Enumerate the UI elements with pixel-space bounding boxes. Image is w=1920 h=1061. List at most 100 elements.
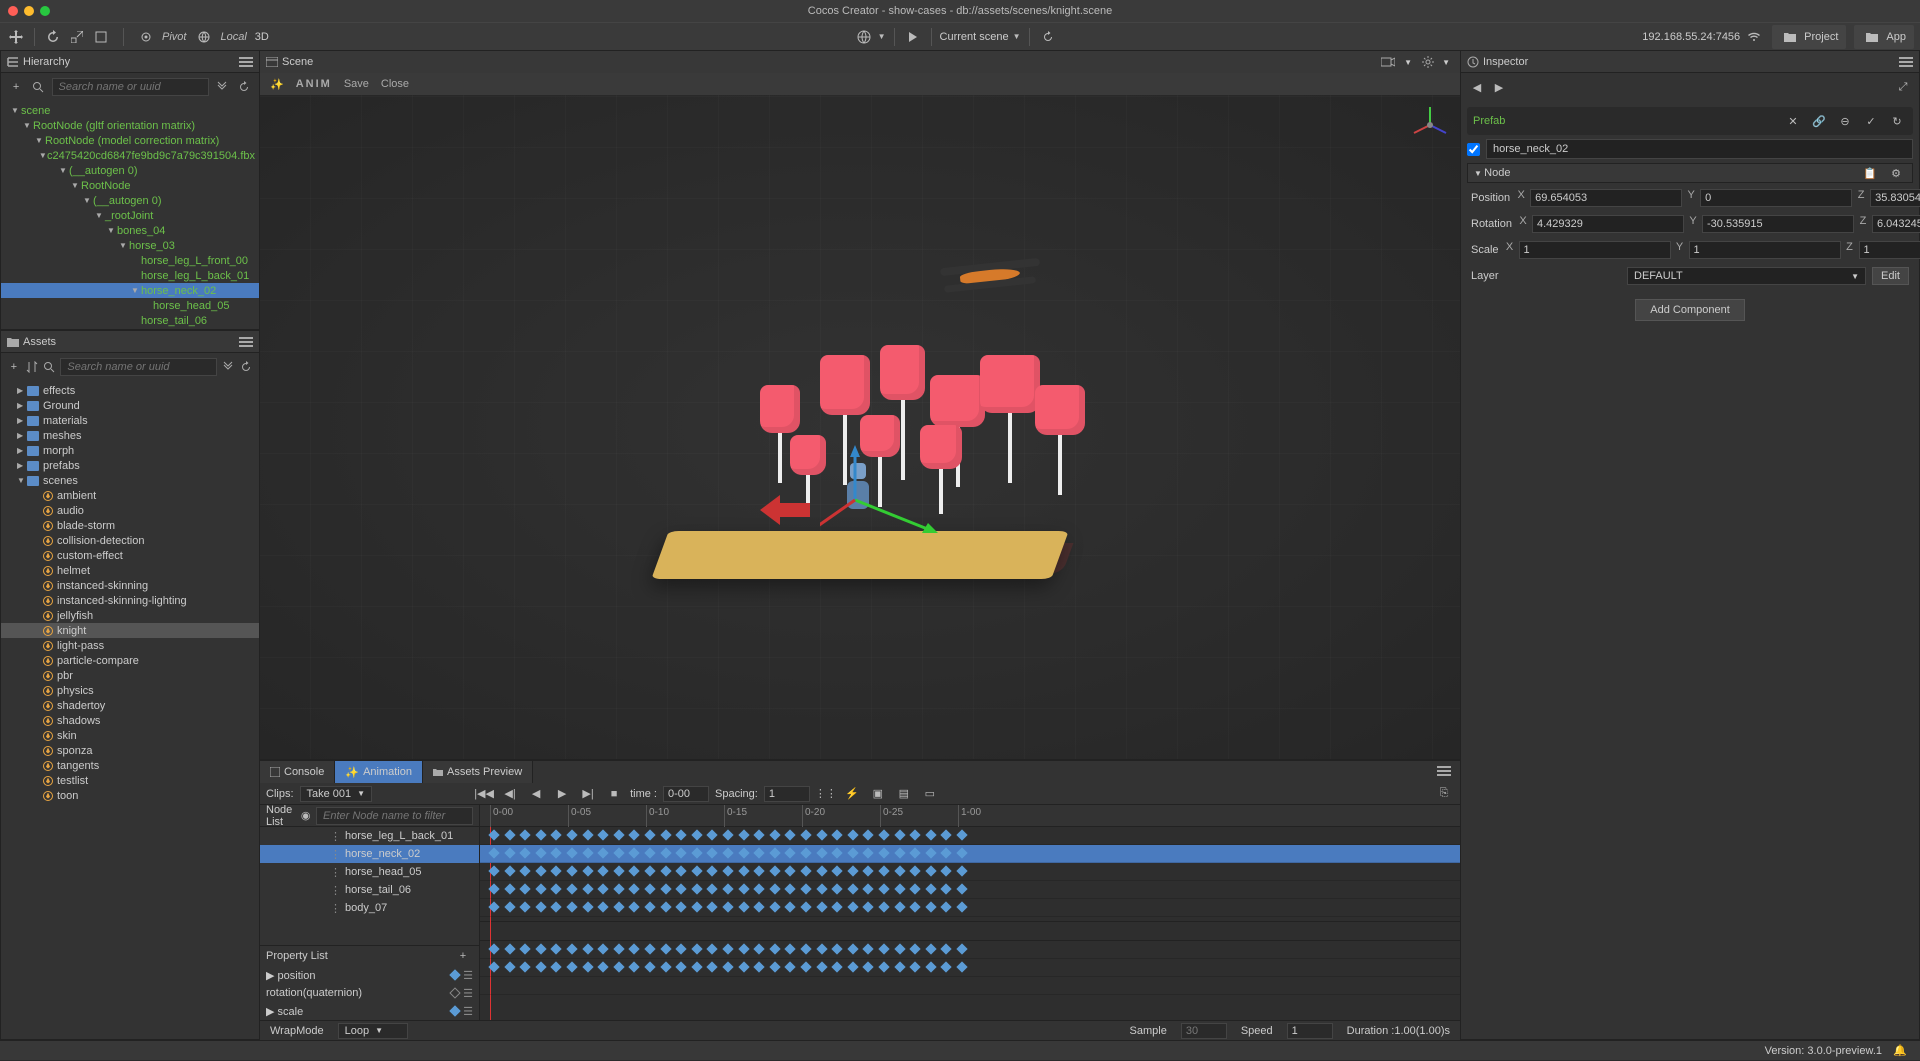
asset-item[interactable]: instanced-skinning-lighting <box>1 593 259 608</box>
hierarchy-node[interactable]: body_07 <box>1 328 259 329</box>
hierarchy-node[interactable]: ▼RootNode (gltf orientation matrix) <box>1 118 259 133</box>
hierarchy-node[interactable]: ▼_rootJoint <box>1 208 259 223</box>
app-button[interactable]: App <box>1854 25 1914 49</box>
add-component-button[interactable]: Add Component <box>1635 299 1745 321</box>
pivot-icon[interactable] <box>136 27 156 47</box>
asset-item[interactable]: ▶prefabs <box>1 458 259 473</box>
property-track[interactable] <box>480 941 1460 959</box>
zoom-icon[interactable]: ⚡ <box>842 784 862 804</box>
position-y-input[interactable] <box>1700 189 1852 207</box>
reset-prefab-icon[interactable]: ⊖ <box>1835 111 1855 131</box>
add-asset-icon[interactable]: + <box>7 357 21 377</box>
asset-item[interactable]: instanced-skinning <box>1 578 259 593</box>
asset-item[interactable]: physics <box>1 683 259 698</box>
exit-icon[interactable]: ⎘ <box>1434 784 1454 804</box>
revert-prefab-icon[interactable]: ↻ <box>1887 111 1907 131</box>
asset-item[interactable]: testlist <box>1 773 259 788</box>
prev-key-icon[interactable]: ◀ <box>526 784 546 804</box>
keyframe-track[interactable] <box>480 881 1460 899</box>
rect-tool-icon[interactable] <box>91 27 111 47</box>
hierarchy-node[interactable]: horse_head_05 <box>1 298 259 313</box>
refresh-icon[interactable] <box>1038 27 1058 47</box>
refresh-icon[interactable] <box>239 357 253 377</box>
orientation-gizmo[interactable] <box>1410 105 1450 145</box>
timeline-ruler[interactable]: 0-000-050-100-150-200-251-00 <box>480 805 1460 827</box>
keyframe-track[interactable] <box>480 899 1460 917</box>
node-name-input[interactable] <box>1486 139 1913 159</box>
timeline-node[interactable]: ⋮horse_leg_L_back_01 <box>260 827 479 845</box>
layer-dropdown[interactable]: DEFAULT▼ <box>1627 267 1866 285</box>
status-notify-icon[interactable]: 🔔 <box>1890 1041 1910 1061</box>
asset-item[interactable]: particle-compare <box>1 653 259 668</box>
minimize-window[interactable] <box>24 6 34 16</box>
timeline-property[interactable]: ▶ position☰ <box>260 966 479 984</box>
grid-icon[interactable]: ⋮⋮ <box>816 784 836 804</box>
unlink-prefab-icon[interactable]: ✕ <box>1783 111 1803 131</box>
panel-menu-icon[interactable] <box>1434 761 1454 781</box>
tab-assets-preview[interactable]: Assets Preview <box>423 761 533 783</box>
property-track[interactable] <box>480 959 1460 977</box>
collapse-icon[interactable] <box>221 357 235 377</box>
asset-item[interactable]: ▼scenes <box>1 473 259 488</box>
close-window[interactable] <box>8 6 18 16</box>
dropdown-caret-icon[interactable]: ▼ <box>878 32 886 41</box>
scale-tool-icon[interactable] <box>67 27 87 47</box>
next-frame-icon[interactable]: ▶| <box>578 784 598 804</box>
panel-menu-icon[interactable] <box>239 337 253 347</box>
asset-item[interactable]: ▶materials <box>1 413 259 428</box>
asset-item[interactable]: sponza <box>1 743 259 758</box>
play-icon[interactable] <box>903 27 923 47</box>
search-icon[interactable] <box>29 77 47 97</box>
current-scene-label[interactable]: Current scene <box>940 31 1009 43</box>
view2-icon[interactable]: ▭ <box>920 784 940 804</box>
timeline-node[interactable]: ⋮horse_neck_02 <box>260 845 479 863</box>
asset-item[interactable]: tangents <box>1 758 259 773</box>
play-timeline-icon[interactable]: ▶ <box>552 784 572 804</box>
move-tool-icon[interactable] <box>6 27 26 47</box>
hierarchy-node[interactable]: horse_leg_L_front_00 <box>1 253 259 268</box>
hierarchy-search-input[interactable] <box>52 78 209 96</box>
locate-prefab-icon[interactable]: 🔗 <box>1809 111 1829 131</box>
project-button[interactable]: Project <box>1772 25 1846 49</box>
hierarchy-tree[interactable]: ▼scene▼RootNode (gltf orientation matrix… <box>1 101 259 329</box>
asset-item[interactable]: blade-storm <box>1 518 259 533</box>
asset-item[interactable]: audio <box>1 503 259 518</box>
speed-input[interactable] <box>1287 1023 1333 1039</box>
clip-dropdown[interactable]: Take 001▼ <box>300 786 373 802</box>
scene-dropdown-icon[interactable]: ▼ <box>1013 32 1021 41</box>
refresh-icon[interactable] <box>235 77 253 97</box>
add-property-icon[interactable]: + <box>453 946 473 966</box>
assets-search-input[interactable] <box>60 358 217 376</box>
panel-menu-icon[interactable] <box>239 57 253 67</box>
layer-edit-button[interactable]: Edit <box>1872 267 1909 285</box>
snap-icon[interactable]: ▣ <box>868 784 888 804</box>
rotate-tool-icon[interactable] <box>43 27 63 47</box>
sample-input[interactable] <box>1181 1023 1227 1039</box>
asset-item[interactable]: helmet <box>1 563 259 578</box>
sort-icon[interactable] <box>25 357 39 377</box>
asset-item[interactable]: toon <box>1 788 259 803</box>
copy-component-icon[interactable]: 📋 <box>1860 163 1880 183</box>
timeline-node[interactable]: ⋮body_07 <box>260 899 479 917</box>
mode-3d[interactable]: 3D <box>255 31 269 43</box>
node-active-checkbox[interactable] <box>1467 143 1480 156</box>
wrapmode-dropdown[interactable]: Loop▼ <box>338 1023 408 1039</box>
rotation-z-input[interactable] <box>1872 215 1920 233</box>
timeline-node[interactable]: ⋮horse_tail_06 <box>260 881 479 899</box>
rotation-x-input[interactable] <box>1532 215 1684 233</box>
node-section-header[interactable]: ▼ Node 📋 ⚙ <box>1467 163 1913 183</box>
panel-menu-icon[interactable] <box>1899 57 1913 67</box>
stop-icon[interactable]: ■ <box>604 784 624 804</box>
add-node-icon[interactable]: + <box>7 77 25 97</box>
asset-item[interactable]: pbr <box>1 668 259 683</box>
asset-item[interactable]: ▶meshes <box>1 428 259 443</box>
viewport-3d[interactable] <box>260 95 1460 759</box>
save-prefab-icon[interactable]: ✓ <box>1861 111 1881 131</box>
asset-item[interactable]: ▶effects <box>1 383 259 398</box>
local-label[interactable]: Local <box>220 31 246 43</box>
scale-y-input[interactable] <box>1689 241 1841 259</box>
hierarchy-node[interactable]: ▼(__autogen 0) <box>1 163 259 178</box>
timeline-property[interactable]: rotation(quaternion)☰ <box>260 984 479 1002</box>
asset-item[interactable]: shadertoy <box>1 698 259 713</box>
hierarchy-node[interactable]: ▼bones_04 <box>1 223 259 238</box>
